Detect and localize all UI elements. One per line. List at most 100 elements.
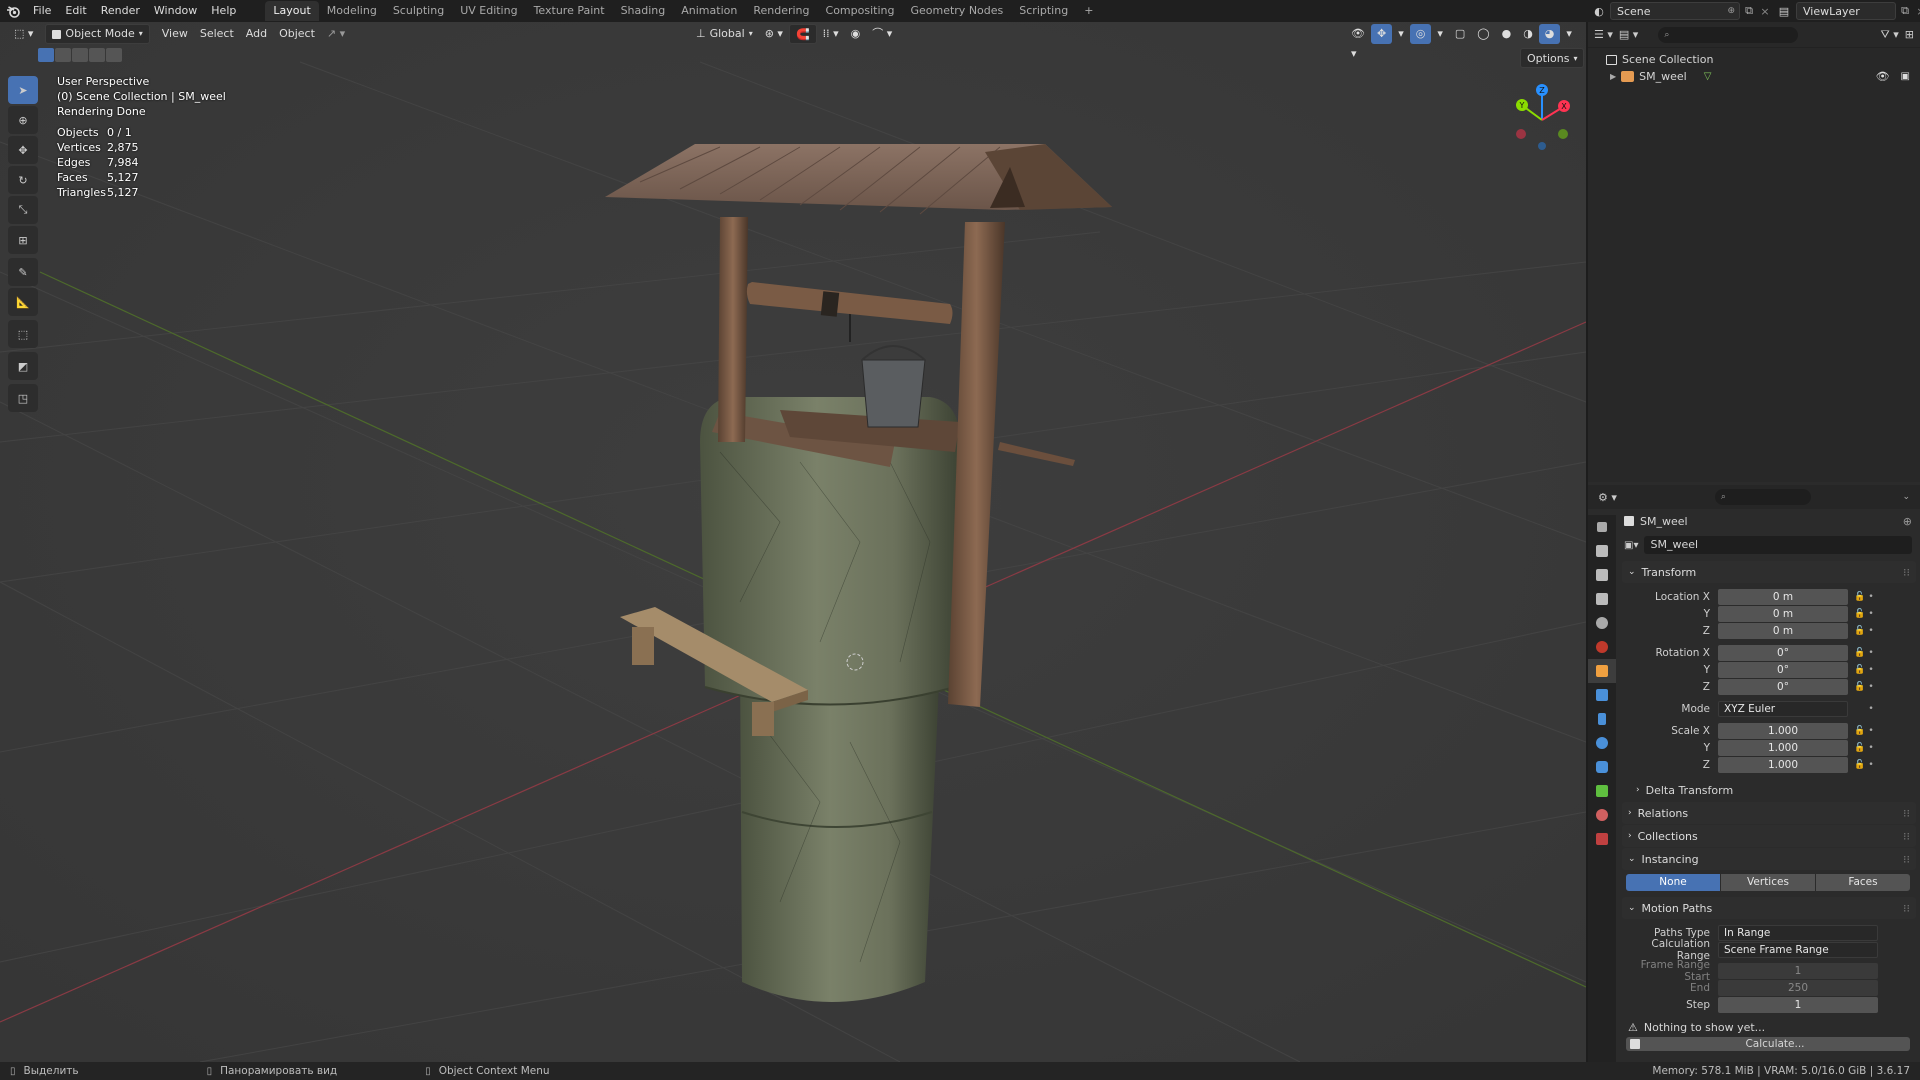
overlay-menu-icon[interactable]: ▾ xyxy=(1431,24,1449,44)
scene-tab-icon[interactable] xyxy=(1588,611,1616,635)
tab-layout[interactable]: Layout xyxy=(265,1,319,21)
object-name-field[interactable]: SM_weel xyxy=(1644,536,1912,554)
mode-selector[interactable]: Object Mode ▾ xyxy=(45,24,150,44)
eye-icon[interactable]: 👁 xyxy=(1876,70,1890,83)
menu-select[interactable]: Select xyxy=(194,24,240,44)
pivot-icon[interactable]: ⊛ ▾ xyxy=(759,24,789,44)
rotation-y-field[interactable]: 0° xyxy=(1718,661,1848,678)
select-invert-icon[interactable] xyxy=(89,48,105,62)
lock-icon[interactable]: 🔓 xyxy=(1854,726,1866,736)
delete-scene-icon[interactable]: × xyxy=(1758,5,1772,18)
object-tab-icon[interactable] xyxy=(1588,659,1616,683)
delete-viewlayer-icon[interactable]: × xyxy=(1914,5,1920,18)
instancing-faces-button[interactable]: Faces xyxy=(1816,874,1910,891)
constraints-tab-icon[interactable] xyxy=(1588,755,1616,779)
wireframe-shading-icon[interactable]: ◯ xyxy=(1471,24,1495,44)
add-cube-tool-icon[interactable]: ⬚ xyxy=(8,320,38,348)
output-tab-icon[interactable] xyxy=(1588,563,1616,587)
tab-scripting[interactable]: Scripting xyxy=(1011,1,1076,21)
lock-icon[interactable]: 🔓 xyxy=(1854,592,1866,602)
keyframe-dot-icon[interactable]: • xyxy=(1866,704,1876,714)
gesture-icon[interactable]: ↗ ▾ xyxy=(321,24,351,44)
rotation-mode-select[interactable]: XYZ Euler xyxy=(1718,700,1848,717)
blender-logo-icon[interactable] xyxy=(0,0,26,22)
keyframe-dot-icon[interactable]: • xyxy=(1866,648,1876,658)
outliner-editor-icon[interactable]: ☰ ▾ xyxy=(1594,28,1613,41)
orientation-selector[interactable]: ⊥ Global ▾ xyxy=(690,24,759,44)
pause-render-icon[interactable]: ❚❚ xyxy=(1578,24,1586,44)
texture-tab-icon[interactable] xyxy=(1588,827,1616,851)
xray-icon[interactable]: ▢ xyxy=(1449,24,1471,44)
drag-handle-icon[interactable]: ⁝⁝ xyxy=(1903,566,1910,579)
proportional-edit-icon[interactable]: ◉ xyxy=(845,24,867,44)
instancing-vertices-button[interactable]: Vertices xyxy=(1721,874,1815,891)
tool-tab-icon[interactable] xyxy=(1588,515,1616,539)
keyframe-dot-icon[interactable]: • xyxy=(1866,743,1876,753)
lock-icon[interactable]: 🔓 xyxy=(1854,609,1866,619)
outliner-search-input[interactable]: ⌕ xyxy=(1658,26,1799,43)
tab-compositing[interactable]: Compositing xyxy=(818,1,903,21)
lock-icon[interactable]: 🔓 xyxy=(1854,743,1866,753)
tab-modeling[interactable]: Modeling xyxy=(319,1,385,21)
keyframe-dot-icon[interactable]: • xyxy=(1866,726,1876,736)
display-mode-icon[interactable]: ▤ ▾ xyxy=(1619,28,1638,41)
viewlayer-selector[interactable]: ViewLayer xyxy=(1796,2,1896,20)
extrude-tool-icon[interactable]: ◳ xyxy=(8,384,38,412)
scale-tool-icon[interactable]: ⤡ xyxy=(8,196,38,224)
viewlayer-icon[interactable]: ▤ xyxy=(1772,5,1796,18)
data-tab-icon[interactable] xyxy=(1588,779,1616,803)
lock-icon[interactable]: 🔓 xyxy=(1854,626,1866,636)
move-tool-icon[interactable]: ✥ xyxy=(8,136,38,164)
overlay-toggle-icon[interactable]: ◎ xyxy=(1409,24,1432,44)
select-intersect-icon[interactable] xyxy=(106,48,122,62)
location-x-field[interactable]: 0 m xyxy=(1718,588,1848,605)
tab-geometry-nodes[interactable]: Geometry Nodes xyxy=(902,1,1011,21)
modifiers-tab-icon[interactable] xyxy=(1588,683,1616,707)
delta-transform-subpanel[interactable]: › Delta Transform xyxy=(1618,779,1920,801)
rendered-shading-icon[interactable]: ◕ xyxy=(1538,24,1561,44)
properties-editor-icon[interactable]: ⚙ ▾ xyxy=(1598,491,1617,504)
view-layer-tab-icon[interactable] xyxy=(1588,587,1616,611)
menu-render[interactable]: Render xyxy=(94,0,147,22)
measure-tool-icon[interactable]: 📐 xyxy=(8,288,38,316)
calculate-button[interactable]: Calculate... xyxy=(1626,1037,1910,1051)
expand-arrow-icon[interactable]: ▶ xyxy=(1610,72,1616,81)
shading-menu-icon[interactable]: ▾ xyxy=(1560,24,1578,44)
keyframe-dot-icon[interactable]: • xyxy=(1866,626,1876,636)
lock-icon[interactable]: 🔓 xyxy=(1854,682,1866,692)
tab-shading[interactable]: Shading xyxy=(613,1,674,21)
menu-file[interactable]: File xyxy=(26,0,58,22)
snap-target-icon[interactable]: ⁞⁞ ▾ xyxy=(817,24,845,44)
tab-uv-editing[interactable]: UV Editing xyxy=(452,1,525,21)
tab-sculpting[interactable]: Sculpting xyxy=(385,1,452,21)
drag-handle-icon[interactable]: ⁝⁝ xyxy=(1903,830,1910,843)
keyframe-dot-icon[interactable]: • xyxy=(1866,592,1876,602)
keyframe-dot-icon[interactable]: • xyxy=(1866,665,1876,675)
scale-x-field[interactable]: 1.000 xyxy=(1718,722,1848,739)
new-scene-icon[interactable]: ⧉ xyxy=(1740,4,1758,18)
snap-toggle-icon[interactable]: 🧲 xyxy=(788,24,817,44)
menu-help[interactable]: Help xyxy=(204,0,243,22)
calc-range-select[interactable]: Scene Frame Range xyxy=(1718,941,1878,958)
transform-panel-header[interactable]: ⌄ Transform ⁝⁝ xyxy=(1622,561,1916,583)
falloff-icon[interactable]: ⌒ ▾ xyxy=(866,24,898,44)
gizmo-toggle-icon[interactable]: ✥ xyxy=(1370,24,1393,44)
keyframe-dot-icon[interactable]: • xyxy=(1866,760,1876,770)
transform-tool-icon[interactable]: ⊞ xyxy=(8,226,38,254)
solid-shading-icon[interactable]: ● xyxy=(1496,24,1518,44)
motion-paths-panel-header[interactable]: ⌄ Motion Paths ⁝⁝ xyxy=(1622,897,1916,919)
shear-tool-icon[interactable]: ◩ xyxy=(8,352,38,380)
pin-icon[interactable]: ⊕ xyxy=(1727,6,1735,16)
3d-viewport[interactable]: ⬚ ▾ Object Mode ▾ View Select Add Object… xyxy=(0,22,1586,1062)
tab-animation[interactable]: Animation xyxy=(673,1,745,21)
drag-handle-icon[interactable]: ⁝⁝ xyxy=(1903,807,1910,820)
physics-tab-icon[interactable] xyxy=(1588,731,1616,755)
menu-edit[interactable]: Edit xyxy=(58,0,93,22)
particles-tab-icon[interactable] xyxy=(1588,707,1616,731)
menu-window[interactable]: Window xyxy=(147,0,204,22)
material-shading-icon[interactable]: ◑ xyxy=(1517,24,1539,44)
lock-icon[interactable]: 🔓 xyxy=(1854,665,1866,675)
instancing-none-button[interactable]: None xyxy=(1626,874,1720,891)
render-tab-icon[interactable] xyxy=(1588,539,1616,563)
keyframe-dot-icon[interactable]: • xyxy=(1866,682,1876,692)
